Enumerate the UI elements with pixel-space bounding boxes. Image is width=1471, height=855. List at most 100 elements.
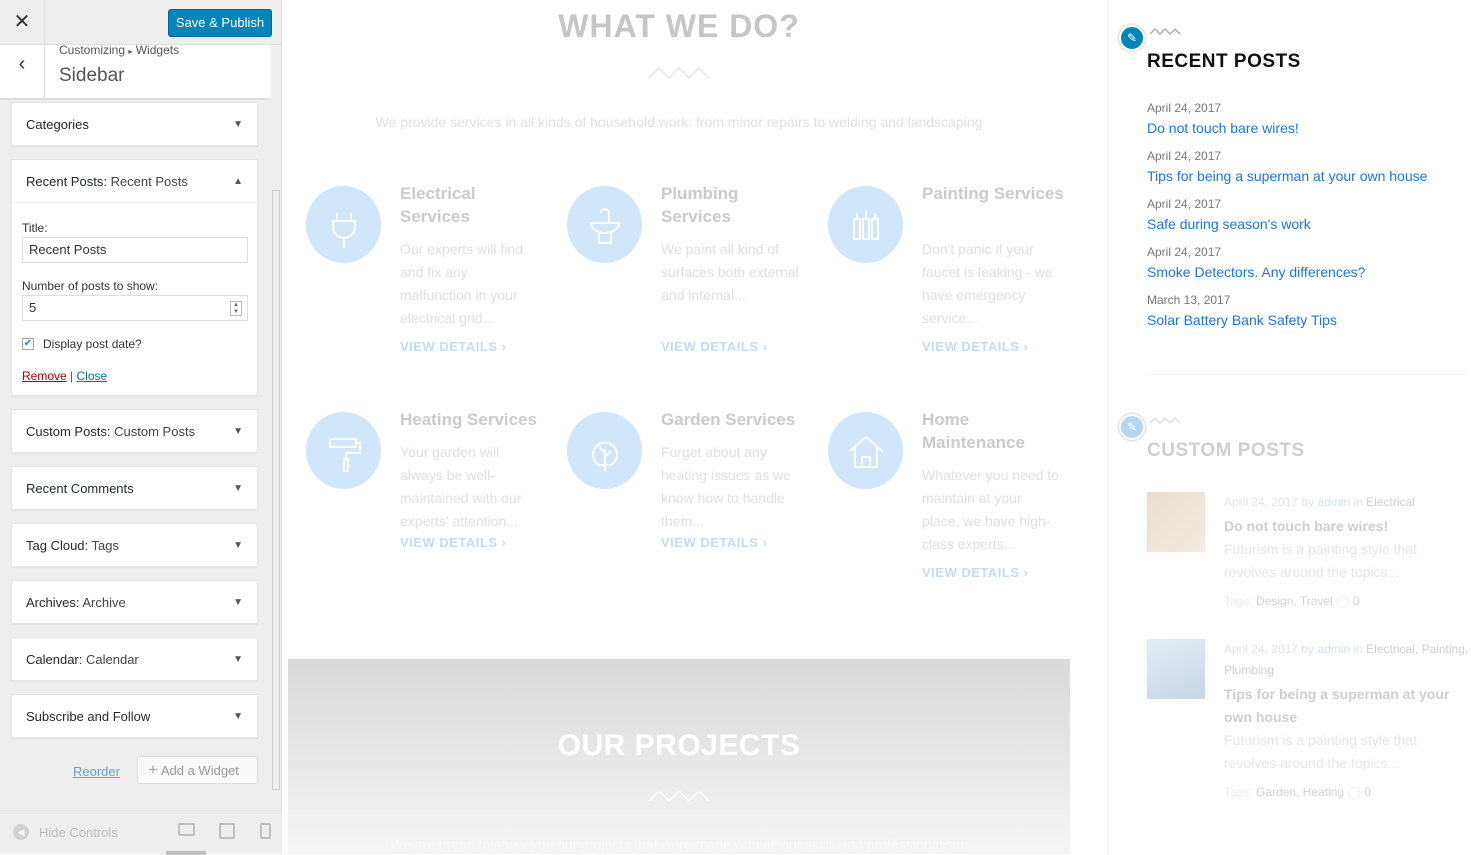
comment-count: 0 [1364,785,1371,799]
widget-6: Calendar: Calendar ▼ [11,637,258,681]
widget-header[interactable]: Tag Cloud: Tags ▼ [12,524,257,566]
service-title: Heating Services [400,410,538,429]
widget-name: Recent Posts: [26,173,107,189]
custom-posts-title: CUSTOM POSTS [1147,440,1305,461]
widget-name: Recent Comments [26,480,134,496]
caret-down-icon[interactable]: ▼ [233,119,243,130]
service-description: Whatever you need to maintain at your pl… [922,467,1059,552]
mobile-preview-icon[interactable] [260,823,271,839]
by-text: by [1301,495,1315,509]
view-details-link[interactable]: VIEW DETAILS › [922,339,1028,354]
widget-header[interactable]: Subscribe and Follow ▼ [12,695,257,737]
service-description: Don't panic if your faucet is leaking - … [922,241,1053,326]
view-details-link[interactable]: VIEW DETAILS › [661,339,767,354]
service-title: Plumbing Services [661,184,739,226]
widget-list: Categories ▼ Recent Posts: Recent Posts ▲ … [11,102,258,751]
save-publish-button[interactable]: Save & Publish [168,9,272,37]
add-widget-button[interactable]: + Add a Widget [137,756,258,784]
recent-post-item: March 13, 2017 Solar Battery Bank Safety … [1147,293,1467,328]
widget-3: Recent Comments ▼ [11,466,258,510]
post-thumbnail[interactable] [1147,639,1205,699]
comment-icon: ◯ [1347,785,1361,799]
post-link[interactable]: Smoke Detectors. Any differences? [1147,264,1467,280]
widget-header[interactable]: Recent Posts: Recent Posts ▲ [12,160,257,202]
post-count-value: 5 [29,300,37,315]
post-meta: April 24, 2017 by admin in Electrical [1224,492,1469,513]
view-details-label: VIEW DETAILS [400,535,498,550]
widget-name: Subscribe and Follow [26,708,151,724]
view-details-label: VIEW DETAILS [661,535,759,550]
post-excerpt: Futurism is a painting style that revolv… [1224,541,1417,580]
widget-header[interactable]: Archives: Archive ▼ [12,581,257,623]
close-icon[interactable]: ✕ [0,0,45,45]
caret-down-icon[interactable]: ▼ [233,711,243,722]
post-date: April 24, 2017 [1147,197,1222,211]
widget-header[interactable]: Categories ▼ [12,103,257,145]
sink-icon [567,186,642,263]
reorder-link[interactable]: Reorder [73,764,120,779]
post-thumbnail[interactable] [1147,492,1205,552]
scrollbar-thumb[interactable] [272,190,280,790]
tag-links[interactable]: Garden, Heating [1256,785,1344,799]
post-date: April 24, 2017 [1224,642,1299,656]
tag-links[interactable]: Design, Travel [1256,594,1333,608]
widget-header[interactable]: Recent Comments ▼ [12,467,257,509]
display-date-checkbox[interactable]: ✔ [22,338,34,350]
comment-icon: ◯ [1336,594,1350,608]
caret-up-icon[interactable]: ▲ [233,176,243,187]
plug-icon [306,186,381,263]
caret-down-icon[interactable]: ▼ [233,426,243,437]
post-title-link[interactable]: Do not touch bare wires! [1224,515,1469,538]
spinner-icon[interactable]: ▲ ▼ [230,301,242,316]
recent-posts-list: April 24, 2017 Do not touch bare wires! Ap… [1147,101,1467,341]
widget-name: Archives: [26,594,80,610]
post-link[interactable]: Tips for being a superman at your own ho… [1147,168,1467,184]
widget-subtitle: Recent Posts [110,173,188,189]
edit-widget-shortcut-icon[interactable]: ✎ [1119,25,1145,51]
author-link[interactable]: admin [1317,495,1350,509]
panel-scrollbar[interactable] [271,45,282,810]
caret-down-icon[interactable]: ▼ [233,654,243,665]
desktop-preview-icon[interactable] [178,823,195,836]
close-link[interactable]: Close [77,369,108,383]
post-count-input[interactable]: 5 ▲ ▼ [22,295,248,321]
caret-down-icon[interactable]: ▼ [233,483,243,494]
author-link[interactable]: admin [1317,642,1350,656]
post-link[interactable]: Solar Battery Bank Safety Tips [1147,312,1467,328]
view-details-link[interactable]: VIEW DETAILS › [400,339,506,354]
widget-name: Calendar: [26,651,83,667]
remove-link[interactable]: Remove [22,369,67,383]
view-details-link[interactable]: VIEW DETAILS › [922,565,1028,580]
house-icon [828,412,903,489]
back-arrow-icon[interactable]: ‹ [0,45,45,100]
breadcrumb-parent: Customizing [59,43,126,57]
tags-label: Tags: [1224,594,1253,608]
widget-subtitle: Calendar [86,651,139,667]
view-details-link[interactable]: VIEW DETAILS › [661,535,767,550]
widget-header[interactable]: Calendar: Calendar ▼ [12,638,257,680]
hide-controls-button[interactable]: ◀ Hide Controls [13,824,118,840]
widget-0: Categories ▼ [11,102,258,146]
caret-down-icon[interactable]: ▼ [233,597,243,608]
zigzag-divider [648,790,710,802]
title-input[interactable]: Recent Posts [22,237,248,263]
breadcrumb-current: Widgets [135,43,180,57]
edit-widget-shortcut-icon[interactable]: ✎ [1119,414,1145,440]
by-text: by [1301,642,1315,656]
post-link[interactable]: Do not touch bare wires! [1147,120,1467,136]
divider [1147,374,1467,375]
widget-name: Custom Posts: [26,423,111,439]
tablet-preview-icon[interactable] [219,823,235,839]
recent-post-item: April 24, 2017 Smoke Detectors. Any diffe… [1147,245,1467,280]
section-title: Sidebar [59,65,125,86]
post-link[interactable]: Safe during season's work [1147,216,1467,232]
post-title-link[interactable]: Tips for being a superman at your own ho… [1224,683,1469,729]
projects-banner: OUR PROJECTS We are proud to show you ou… [288,659,1070,854]
view-details-link[interactable]: VIEW DETAILS › [400,535,506,550]
service-description: Forget about any heating issues as we kn… [661,444,791,529]
add-widget-label: Add a Widget [160,763,239,778]
caret-down-icon[interactable]: ▼ [233,540,243,551]
category-links[interactable]: Electrical [1366,495,1415,509]
view-details-label: VIEW DETAILS [400,339,498,354]
widget-header[interactable]: Custom Posts: Custom Posts ▼ [12,410,257,452]
